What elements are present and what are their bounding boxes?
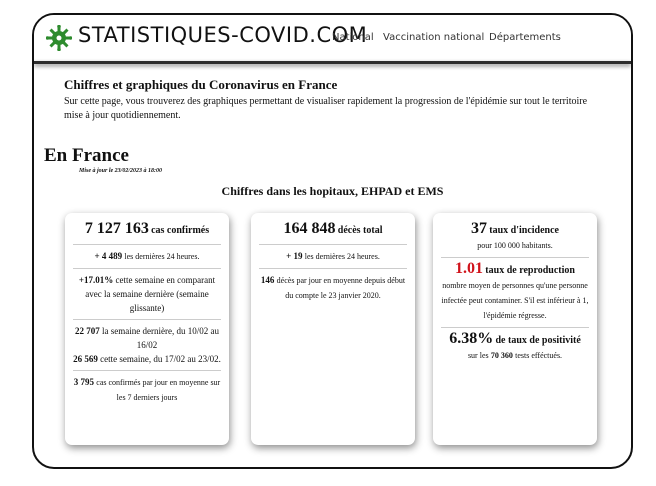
virus-logo-icon[interactable] bbox=[46, 25, 72, 51]
section-subtitle: Chiffres dans les hopitaux, EHPAD et EMS bbox=[221, 184, 444, 198]
positivity-value: 6.38% bbox=[449, 330, 494, 347]
tests-suffix: tests efféctués. bbox=[515, 351, 563, 360]
incidence-text: pour 100 000 habitants. bbox=[477, 241, 553, 250]
deaths-total-label: décès total bbox=[337, 225, 383, 236]
nav-link-national[interactable]: National bbox=[332, 32, 374, 43]
deaths-day-value: + 19 bbox=[286, 251, 303, 261]
site-header: STATISTIQUES-COVID.COM National Vaccinat… bbox=[34, 15, 631, 59]
cases-last-week-value: 22 707 bbox=[75, 326, 100, 336]
deaths-avg-text: décès par jour en moyenne depuis début d… bbox=[276, 276, 406, 300]
site-brand[interactable]: STATISTIQUES-COVID.COM bbox=[78, 23, 367, 47]
cases-this-week-text: cette semaine, du 17/02 au 23/02. bbox=[100, 354, 221, 364]
cases-this-week-value: 26 569 bbox=[73, 354, 98, 364]
cases-day-value: + 4 489 bbox=[94, 251, 123, 261]
header-divider bbox=[34, 61, 631, 64]
cases-week-pct: +17.01% bbox=[78, 275, 114, 285]
cases-last-week-text: la semaine dernière, du 10/02 au 16/02 bbox=[102, 326, 219, 350]
browser-frame: STATISTIQUES-COVID.COM National Vaccinat… bbox=[32, 13, 633, 469]
nav-link-departements[interactable]: Départements bbox=[489, 32, 561, 43]
incidence-label: taux d'incidence bbox=[489, 225, 559, 236]
cases-total-value: 7 127 163 bbox=[84, 220, 149, 237]
section-title: En France bbox=[44, 145, 129, 166]
tests-prefix: sur les bbox=[467, 351, 489, 360]
deaths-card: 164 848 décès total + 19 les dernières 2… bbox=[251, 213, 415, 445]
deaths-day-text: les dernières 24 heures. bbox=[304, 252, 380, 261]
reproduction-label: taux de reproduction bbox=[485, 265, 575, 276]
cases-day-text: les dernières 24 heures. bbox=[124, 252, 200, 261]
nav-link-vaccination[interactable]: Vaccination national bbox=[383, 32, 484, 43]
cases-total-label: cas confirmés bbox=[151, 225, 210, 236]
deaths-avg-value: 146 bbox=[260, 275, 275, 285]
deaths-total-value: 164 848 bbox=[283, 220, 336, 237]
intro-text: Sur cette page, vous trouverez des graph… bbox=[64, 96, 588, 121]
update-timestamp: Mise à jour le 23/02/2023 à 18:00 bbox=[79, 168, 163, 174]
intro-title: Chiffres et graphiques du Coronavirus en… bbox=[64, 77, 338, 92]
tests-value: 70 360 bbox=[490, 351, 513, 360]
incidence-value: 37 bbox=[471, 220, 487, 237]
rates-card: 37 taux d'incidence pour 100 000 habitan… bbox=[433, 213, 597, 445]
cases-avg-value: 3 795 bbox=[73, 377, 95, 387]
positivity-label: de taux de positivité bbox=[495, 335, 581, 346]
cases-avg-text: cas confirmés par jour en moyenne sur le… bbox=[96, 378, 221, 402]
reproduction-text: nombre moyen de personnes qu'une personn… bbox=[441, 281, 589, 320]
reproduction-value: 1.01 bbox=[455, 260, 484, 277]
cases-card: 7 127 163 cas confirmés + 4 489 les dern… bbox=[65, 213, 229, 445]
